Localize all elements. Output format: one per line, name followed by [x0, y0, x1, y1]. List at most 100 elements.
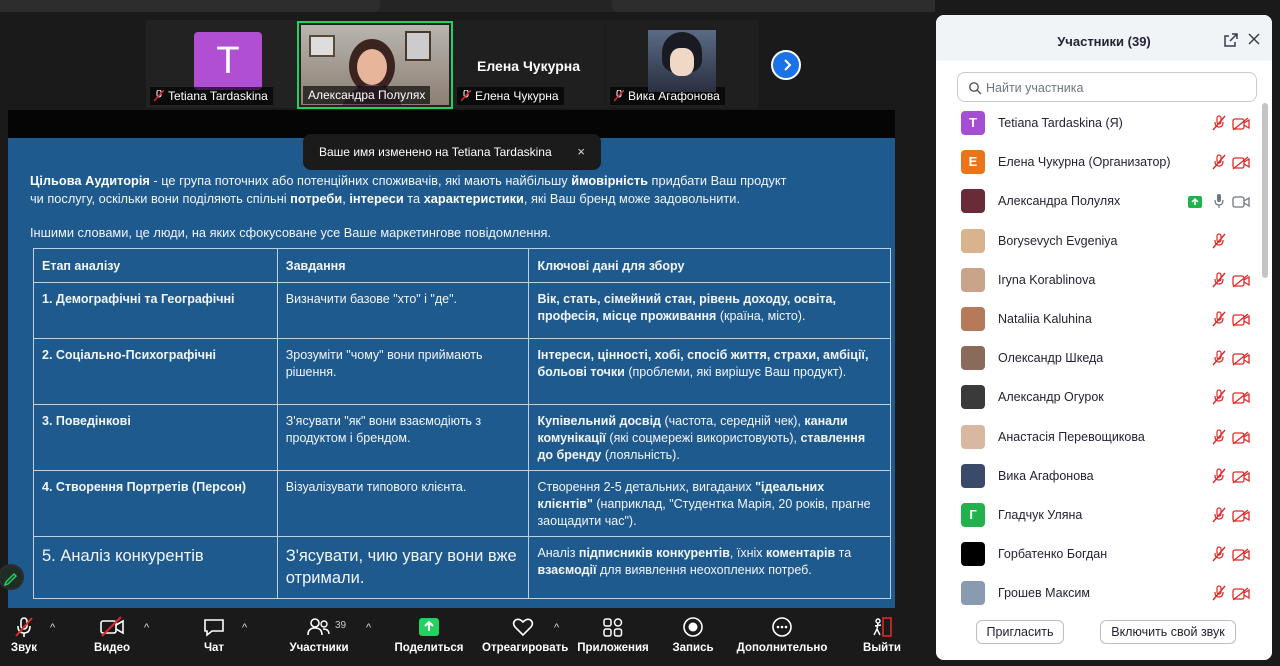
participant-row[interactable]: Анастасія Перевощикова	[936, 421, 1262, 460]
video-off-icon	[1232, 391, 1250, 405]
mic-muted-icon	[1212, 546, 1226, 562]
task-cell: З'ясувати, чию увагу вони вже отримали.	[276, 536, 530, 599]
task-cell: Зрозуміти "чому" вони приймають рішення.	[276, 338, 530, 405]
chevron-up-icon[interactable]: ^	[366, 622, 371, 634]
participant-row[interactable]: Borysevych Evgeniya	[936, 225, 1262, 264]
avatar	[961, 267, 985, 292]
avatar: T	[961, 111, 985, 135]
video-tile-tetiana[interactable]: T Tetiana Tardaskina	[146, 20, 298, 108]
task-cell: Визначити базове "хто" і "де".	[276, 282, 530, 339]
chat-icon	[204, 619, 224, 637]
participant-row[interactable]: Олександр Шкеда	[936, 342, 1262, 381]
tile-name: Александра Полулях	[303, 86, 431, 104]
video-tile-elena[interactable]: Елена Чукурна Елена Чукурна	[453, 20, 605, 108]
close-icon[interactable]: ×	[577, 134, 585, 170]
right-edge	[1272, 0, 1280, 666]
participant-name: Iryna Korablinova	[998, 272, 1096, 287]
participant-row[interactable]: Е Елена Чукурна (Организатор)	[936, 146, 1262, 185]
heart-icon	[512, 618, 534, 637]
chevron-up-icon[interactable]: ^	[554, 622, 559, 634]
video-off-icon	[1232, 117, 1250, 131]
participant-name: Горбатенко Богдан	[998, 547, 1108, 562]
participant-name: Александр Огурок	[998, 390, 1104, 405]
chevron-up-icon[interactable]: ^	[144, 622, 149, 634]
participant-name: Олександр Шкеда	[998, 351, 1104, 366]
stage-cell: 4. Створення Портретів (Персон)	[33, 470, 278, 537]
participant-row[interactable]: Александр Огурок	[936, 381, 1262, 420]
close-icon[interactable]	[1247, 32, 1261, 46]
participant-row[interactable]: Горбатенко Богдан	[936, 538, 1262, 577]
avatar	[961, 581, 985, 606]
avatar	[961, 385, 985, 410]
participant-row[interactable]: Nataliia Kaluhina	[936, 303, 1262, 342]
avatar: Е	[961, 150, 985, 175]
react-button[interactable]: Отреагировать	[482, 608, 568, 666]
annotate-pencil-button[interactable]	[0, 564, 24, 590]
participant-row[interactable]: T Tetiana Tardaskina (Я)	[936, 107, 1262, 146]
mic-muted-icon	[1212, 311, 1226, 327]
key-data-cell: Аналіз підписників конкурентів, їхніх ко…	[528, 536, 891, 599]
panel-footer: Пригласить Включить свой звук	[936, 607, 1272, 660]
unmute-myself-button[interactable]: Включить свой звук	[1100, 620, 1236, 644]
apps-button[interactable]: Приложения	[576, 608, 650, 666]
video-off-icon	[1232, 313, 1250, 327]
table-row: 4. Створення Портретів (Персон) Візуалізу…	[33, 470, 891, 537]
mic-muted-icon	[1212, 272, 1226, 288]
video-tile-aleksandra[interactable]: Александра Полулях	[297, 21, 453, 109]
key-data-cell: Інтереси, цінності, хобі, спосіб життя, …	[528, 338, 891, 405]
more-button[interactable]: Дополнительно	[736, 608, 828, 666]
table-row: 1. Демографічні та Географічні Визначити …	[33, 282, 891, 339]
leave-button[interactable]: Выйти	[862, 608, 902, 666]
panel-title: Участники (39)	[1057, 34, 1151, 49]
participants-count: 39	[335, 620, 347, 631]
key-data-cell: Створення 2-5 детальних, вигаданих "ідеа…	[528, 470, 891, 537]
tile-display-name: Елена Чукурна	[477, 58, 580, 74]
mic-muted-icon	[1212, 154, 1226, 170]
popout-icon[interactable]	[1223, 32, 1239, 48]
video-button[interactable]: Видео	[90, 608, 134, 666]
participants-button[interactable]: Участники	[286, 608, 352, 666]
participant-row[interactable]: Г Гладчук Уляна	[936, 499, 1262, 538]
top-strip	[0, 0, 935, 12]
participant-row[interactable]: Вика Агафонова	[936, 460, 1262, 499]
mic-muted-icon	[15, 617, 33, 637]
table-header-row: Етап аналізу Завдання Ключові дані для з…	[33, 248, 891, 283]
participant-row[interactable]: Iryna Korablinova	[936, 264, 1262, 303]
chevron-up-icon[interactable]: ^	[50, 622, 55, 634]
next-page-button[interactable]	[771, 50, 801, 80]
leave-icon	[873, 617, 892, 637]
search-icon	[969, 82, 982, 95]
rename-toast: Ваше имя изменено на Tetiana Tardaskina …	[303, 134, 601, 170]
scrollbar[interactable]	[1262, 103, 1268, 278]
stage-cell: 3. Поведінкові	[33, 404, 278, 471]
participant-name: Borysevych Evgeniya	[998, 233, 1118, 248]
search-input[interactable]	[986, 78, 1246, 98]
avatar: T	[194, 32, 262, 90]
mute-button[interactable]: Звук	[4, 608, 44, 666]
participants-icon	[307, 618, 330, 636]
video-off-icon	[100, 616, 124, 637]
mic-muted-icon	[1212, 350, 1226, 366]
avatar	[961, 424, 985, 449]
table-row: 3. Поведінкові З'ясувати "як" вони взаємо…	[33, 404, 891, 471]
chat-button[interactable]: Чат	[196, 608, 232, 666]
video-off-icon	[1232, 470, 1250, 484]
avatar	[961, 346, 985, 371]
mic-muted-icon	[154, 90, 164, 102]
record-button[interactable]: Запись	[670, 608, 716, 666]
column-header: Етап аналізу	[33, 248, 278, 283]
search-participant-field[interactable]	[957, 72, 1257, 102]
task-cell: З'ясувати "як" вони взаємодіють з продук…	[276, 404, 530, 471]
top-bar-left	[0, 0, 380, 12]
chevron-up-icon[interactable]: ^	[242, 622, 247, 634]
video-off-icon	[1232, 156, 1250, 170]
participant-row[interactable]: Александра Полулях	[936, 185, 1262, 224]
table-row: 2. Соціально-Психографічні Зрозуміти "чом…	[33, 338, 891, 405]
participant-name: Tetiana Tardaskina (Я)	[998, 116, 1123, 130]
avatar	[961, 189, 985, 214]
invite-button[interactable]: Пригласить	[976, 620, 1064, 644]
video-off-icon	[1232, 509, 1250, 523]
slide-intro-line3: Іншими словами, це люди, на яких сфокусо…	[30, 225, 552, 240]
participant-name: Елена Чукурна (Организатор)	[998, 155, 1171, 170]
share-screen-button[interactable]: Поделиться	[394, 608, 464, 666]
